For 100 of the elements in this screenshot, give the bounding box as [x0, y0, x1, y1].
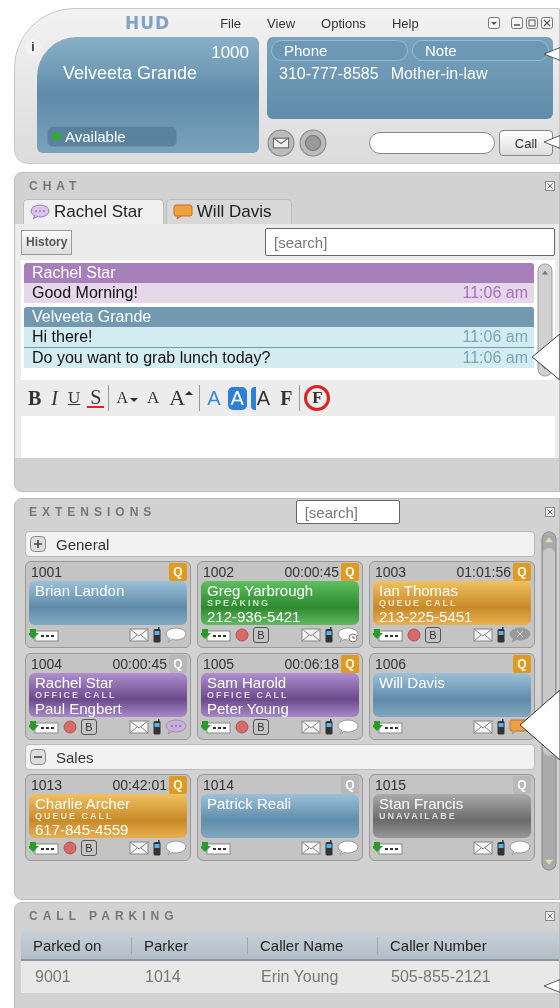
call-timer: 00:06:18	[284, 656, 339, 672]
barge-button[interactable]: B	[81, 719, 97, 735]
status-label: Available	[65, 128, 126, 145]
search-field[interactable]: [search]	[295, 500, 400, 524]
chat-title: CHAT	[29, 179, 82, 193]
message-time: 11:06 am	[462, 284, 528, 302]
status-selector[interactable]: Available	[47, 126, 177, 147]
message-text: Good Morning!	[32, 284, 138, 302]
extension-card[interactable]: 1003 01:01:56 Q Ian Thomas QUEUE CALL 213-225-5451 B	[369, 561, 535, 648]
message-sender: Velveeta Grande	[24, 307, 534, 327]
phone-header: Phone	[271, 40, 408, 61]
call-status: OFFICE CALL	[207, 691, 290, 700]
group-name: Sales	[56, 748, 94, 766]
barge-button[interactable]: B	[425, 627, 441, 643]
column-header[interactable]: Parked on	[21, 936, 131, 954]
history-button[interactable]: History	[21, 229, 73, 255]
group-name: General	[56, 535, 110, 553]
format-button[interactable]: A	[166, 385, 196, 411]
format-button[interactable]: S	[87, 388, 105, 408]
phone-number: 310-777-8585	[279, 65, 379, 83]
format-button[interactable]: A	[144, 388, 163, 408]
format-button[interactable]: F	[277, 386, 296, 410]
call-status: OFFICE CALL	[35, 691, 118, 700]
menu-item[interactable]: View	[267, 15, 296, 31]
user-name: Velveeta Grande	[63, 63, 199, 84]
extension-card[interactable]: 1001 Q Brian Landon	[25, 561, 191, 648]
menu-item[interactable]: File	[220, 15, 242, 31]
table-cell-text: 505-855-2121	[390, 968, 492, 986]
call-status: QUEUE CALL	[35, 812, 115, 821]
extension-card[interactable]: 1005 00:06:18 Q Sam Harold OFFICE CALL Peter Young B	[197, 653, 363, 740]
caller-info: 213-225-5451	[379, 609, 474, 624]
extension-card[interactable]: 1002 00:00:45 Q Greg Yarbrough SPEAKING 212-936-5421 B	[197, 561, 363, 648]
tab-label: Will Davis	[196, 202, 272, 222]
caller-info: Paul Engbert	[35, 701, 123, 716]
call-status: SPEAKING	[207, 599, 270, 608]
contact-name: Charlie Archer	[35, 796, 132, 811]
info-button[interactable]: i	[25, 39, 41, 55]
tab-label: Rachel Star	[54, 202, 143, 222]
call-timer: 01:01:56	[456, 564, 511, 580]
message-text: Do you want to grab lunch today?	[32, 349, 271, 367]
call-status: UNAVAILABE	[379, 812, 458, 821]
extension-number: 1006	[375, 656, 407, 672]
contact-name: Ian Thomas	[379, 583, 459, 598]
call-status: QUEUE CALL	[379, 599, 459, 608]
group-header-bar[interactable]: Sales	[25, 744, 535, 770]
format-button[interactable]: A	[250, 386, 274, 410]
search-field[interactable]: [search]	[265, 228, 555, 256]
menu-item[interactable]: Options	[321, 15, 366, 31]
menu-item[interactable]: Help	[391, 15, 419, 31]
contact-name: Sam Harold	[207, 675, 288, 690]
caller-info: Peter Young	[207, 701, 290, 716]
extension-card[interactable]: 1006 Q Will Davis	[369, 653, 535, 740]
contact-name: Patrick Reali	[207, 796, 293, 811]
extension-number: 1013	[31, 777, 63, 793]
group-header-bar[interactable]: General	[25, 531, 535, 557]
table-cell-text: Erin Young	[260, 968, 340, 986]
format-button[interactable]: U	[65, 388, 84, 408]
extension-number: 1015	[375, 777, 407, 793]
format-button[interactable]: B	[25, 386, 45, 410]
format-button[interactable]: F	[304, 385, 331, 411]
column-header[interactable]: Caller Number	[377, 936, 559, 954]
barge-button[interactable]: B	[253, 627, 269, 643]
app-logo: HUD	[125, 13, 171, 33]
call-timer: 00:00:45	[284, 564, 339, 580]
table-cell-text: 9001	[34, 968, 72, 986]
extensions-title: EXTENSIONS	[29, 505, 157, 519]
extension-number: 1003	[375, 564, 407, 580]
caller-info: 212-936-5421	[207, 609, 302, 624]
column-header[interactable]: Parker	[131, 936, 247, 954]
extension-number: 1014	[203, 777, 235, 793]
extension-number: 1004	[31, 656, 63, 672]
message-time: 11:06 am	[462, 328, 528, 346]
note-header: Note	[412, 40, 549, 61]
chat-tab[interactable]: Rachel Star	[23, 199, 164, 224]
extension-card[interactable]: 1015 Q Stan Francis UNAVAILABE	[369, 774, 535, 861]
contact-name: Brian Landon	[35, 583, 126, 598]
call-timer: 00:42:01	[112, 777, 167, 793]
extension-card[interactable]: 1013 00:42:01 Q Charlie Archer QUEUE CALL 617-845-4559 B	[25, 774, 191, 861]
extension-card[interactable]: 1004 00:00:45 Q Rachel Star OFFICE CALL Paul Engbert B	[25, 653, 191, 740]
message-sender: Rachel Star	[24, 263, 534, 283]
format-button[interactable]: A	[113, 389, 140, 407]
format-button[interactable]: A	[227, 386, 247, 410]
extension-number: 1001	[31, 564, 63, 580]
message-text: Hi there!	[32, 328, 93, 346]
user-extension: 1000	[211, 43, 249, 63]
column-header[interactable]: Caller Name	[247, 936, 377, 954]
caller-info: 617-845-4559	[35, 822, 130, 837]
extension-card[interactable]: 1014 Q Patrick Reali	[197, 774, 363, 861]
contact-name: Rachel Star	[35, 675, 115, 690]
contact-name: Stan Francis	[379, 796, 465, 811]
barge-button[interactable]: B	[253, 719, 269, 735]
call-timer: 00:00:45	[112, 656, 167, 672]
call-parking-title: CALL PARKING	[29, 909, 179, 923]
call-button[interactable]: Call	[499, 130, 553, 156]
barge-button[interactable]: B	[81, 840, 97, 856]
contact-name: Will Davis	[379, 675, 446, 690]
contact-note: Mother-in-law	[390, 65, 488, 83]
format-button[interactable]: I	[48, 386, 61, 410]
chat-tab[interactable]: Will Davis	[165, 199, 293, 224]
extension-number: 1002	[203, 564, 235, 580]
